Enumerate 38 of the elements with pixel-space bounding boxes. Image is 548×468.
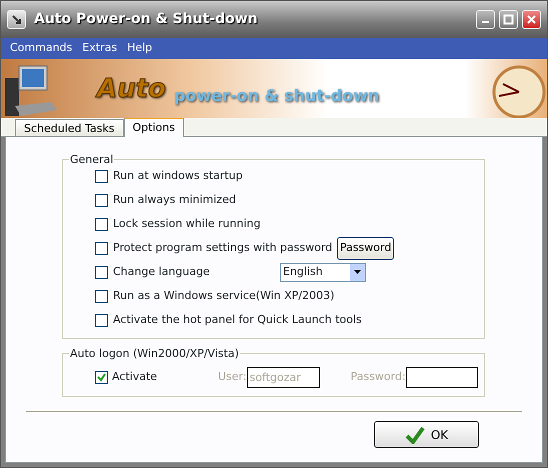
password-label: Password:: [350, 368, 406, 385]
option-label: Protect program settings with password: [113, 240, 332, 256]
app-icon: [7, 10, 26, 29]
dropdown-arrow-icon: [354, 270, 361, 274]
checkbox-label: Activate: [112, 368, 158, 385]
checkbox[interactable]: [95, 370, 108, 384]
tab[interactable]: Scheduled Tasks: [15, 119, 124, 136]
window-title: Auto Power-on & Shut-down: [34, 10, 258, 29]
maximize-icon: [503, 14, 514, 25]
option-label: Run always minimized: [113, 192, 236, 208]
option-label: Run as a Windows service(Win XP/2003): [113, 288, 334, 304]
option-label: Lock session while running: [113, 216, 261, 232]
close-button[interactable]: [522, 10, 541, 29]
close-icon: [526, 14, 537, 25]
checkbox[interactable]: [95, 194, 108, 206]
checkbox[interactable]: [95, 314, 108, 326]
menu-item[interactable]: Help: [122, 40, 158, 57]
menu-item[interactable]: Commands: [5, 40, 78, 57]
checkmark-icon: [404, 426, 425, 444]
user-label: User:: [218, 368, 247, 385]
maximize-button[interactable]: [499, 10, 518, 29]
banner-title: Auto: [97, 76, 166, 102]
menu-item[interactable]: Extras: [77, 40, 122, 57]
banner-subtitle: power-on & shut-down: [174, 85, 380, 107]
option-label: Activate the hot panel for Quick Launch tools: [113, 312, 362, 328]
group-label: Auto logon (Win2000/XP/Vista): [69, 346, 240, 362]
checkbox[interactable]: [95, 242, 108, 254]
checkbox[interactable]: [95, 170, 108, 182]
language-dropdown[interactable]: English: [280, 262, 366, 282]
option-label: Run at windows startup: [113, 168, 243, 184]
password-button[interactable]: Password: [337, 236, 394, 260]
checkbox[interactable]: [95, 266, 108, 278]
checkbox[interactable]: [95, 218, 108, 230]
checkbox[interactable]: [95, 290, 108, 302]
minimize-button[interactable]: [476, 10, 495, 29]
option-label: Change language: [113, 264, 210, 280]
ok-button[interactable]: OK: [374, 421, 479, 448]
tab[interactable]: Options: [124, 117, 184, 137]
